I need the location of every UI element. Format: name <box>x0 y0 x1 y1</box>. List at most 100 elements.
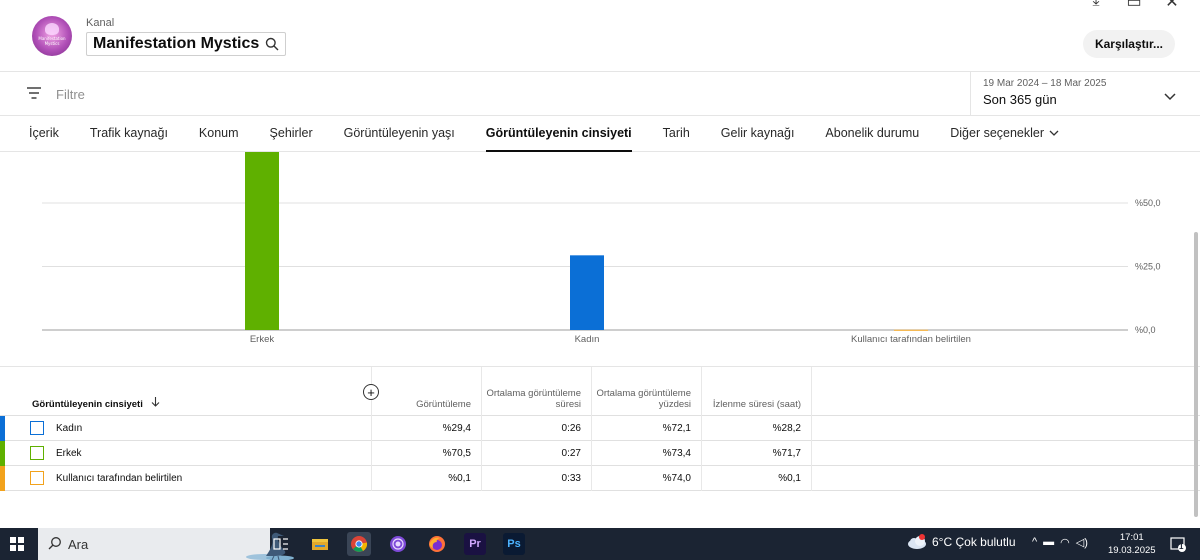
taskbar-search-input[interactable]: Ara <box>38 528 294 560</box>
lotus-logo-icon <box>45 23 59 35</box>
tab-location[interactable]: Konum <box>199 116 239 152</box>
views-cell: %29,4 <box>372 416 482 441</box>
notification-count: 1 <box>1179 542 1184 551</box>
avg-percent-header[interactable]: Ortalama görüntüleme yüzdesi <box>592 367 702 416</box>
watch-time-cell: %71,7 <box>702 441 812 466</box>
y-tick-label: %0,0 <box>1135 325 1156 335</box>
windows-start-icon[interactable] <box>10 537 24 551</box>
weather-widget[interactable]: 6°C Çok bulutlu <box>906 534 1016 550</box>
avg-percent-cell: %73,4 <box>592 441 702 466</box>
chart-svg: %0,0 %25,0 %50,0 Erkek Kadın Kullanıcı tarafı… <box>42 152 1161 345</box>
bar-erkek[interactable] <box>245 152 279 330</box>
tab-viewer-gender[interactable]: Görüntüleyenin cinsiyeti <box>485 116 632 152</box>
table-header: Görüntüleyenin cinsiyeti + Görüntüleme O… <box>0 367 1200 416</box>
avatar-text: Manifestation Mystics <box>38 36 66 46</box>
channel-picker[interactable]: Manifestation Mystics <box>86 32 287 56</box>
cloud-icon <box>908 534 926 549</box>
task-view-icon[interactable] <box>269 532 293 556</box>
tab-more-options[interactable]: Diğer seçenekler <box>950 116 1059 152</box>
avg-duration-cell: 0:26 <box>482 416 592 441</box>
filter-bar: Filtre 19 Mar 2024 – 18 Mar 2025 Son 365… <box>0 72 1200 116</box>
row-dimension-cell: Kadın <box>0 416 372 441</box>
tab-content[interactable]: İçerik <box>29 116 59 152</box>
table-row[interactable]: Erkek %70,5 0:27 %73,4 %71,7 <box>0 441 1200 466</box>
gender-bar-chart: %0,0 %25,0 %50,0 Erkek Kadın Kullanıcı tarafı… <box>0 152 1200 366</box>
search-icon <box>48 536 62 555</box>
row-color-bar <box>0 466 5 491</box>
dimension-header[interactable]: Görüntüleyenin cinsiyeti <box>0 367 372 416</box>
premiere-pro-icon[interactable]: Pr <box>464 533 486 555</box>
row-color-bar <box>0 441 5 466</box>
row-checkbox[interactable] <box>30 446 44 460</box>
views-cell: %0,1 <box>372 466 482 491</box>
chrome-icon[interactable] <box>347 532 371 556</box>
date-range-picker[interactable]: 19 Mar 2024 – 18 Mar 2025 Son 365 gün <box>970 72 1200 116</box>
search-icon[interactable] <box>265 37 279 51</box>
watch-time-header[interactable]: İzlenme süresi (saat) <box>702 367 812 416</box>
date-range-text: 19 Mar 2024 – 18 Mar 2025 <box>983 78 1107 89</box>
row-dimension-cell: Erkek <box>0 441 372 466</box>
windows-taskbar: Ara Pr Ps 6°C Çok bulutlu ^ ▬ ◠ ◁) 17:01… <box>0 528 1200 560</box>
avg-duration-cell: 0:33 <box>482 466 592 491</box>
gender-table: Görüntüleyenin cinsiyeti + Görüntüleme O… <box>0 366 1200 491</box>
bar-kadin[interactable] <box>570 255 604 330</box>
row-checkbox[interactable] <box>30 471 44 485</box>
tab-date[interactable]: Tarih <box>663 116 690 152</box>
kanal-label: Kanal <box>86 17 115 29</box>
date-period-text: Son 365 gün <box>983 92 1057 107</box>
table-row[interactable]: Kadın %29,4 0:26 %72,1 %28,2 <box>0 416 1200 441</box>
x-category-label: Kullanıcı tarafından belirtilen <box>851 334 971 345</box>
battery-icon[interactable]: ▬ <box>1043 536 1054 549</box>
channel-name: Manifestation Mystics <box>93 35 260 52</box>
analytics-window: ⤓ ▭ ✕ Manifestation Mystics Kanal Manife… <box>0 0 1200 560</box>
notification-icon[interactable]: 1 <box>1170 536 1186 552</box>
chevron-down-icon <box>1049 116 1059 150</box>
header: Manifestation Mystics Kanal Manifestatio… <box>0 0 1200 72</box>
volume-icon[interactable]: ◁) <box>1076 536 1088 549</box>
x-category-label: Kadın <box>575 334 600 345</box>
file-explorer-icon[interactable] <box>308 532 332 556</box>
firefox-icon[interactable] <box>425 532 449 556</box>
y-tick-label: %50,0 <box>1135 198 1161 208</box>
weather-text: 6°C Çok bulutlu <box>932 535 1016 549</box>
wifi-icon[interactable]: ◠ <box>1060 536 1070 549</box>
row-checkbox[interactable] <box>30 421 44 435</box>
filter-icon[interactable] <box>26 86 42 105</box>
avg-percent-cell: %72,1 <box>592 416 702 441</box>
tab-cities[interactable]: Şehirler <box>270 116 313 152</box>
scrollbar-thumb[interactable] <box>1194 232 1198 517</box>
tab-subscription-status[interactable]: Abonelik durumu <box>825 116 919 152</box>
tab-revenue-source[interactable]: Gelir kaynağı <box>721 116 795 152</box>
chevron-down-icon[interactable] <box>1164 88 1176 106</box>
tor-browser-icon[interactable] <box>386 532 410 556</box>
tab-traffic-source[interactable]: Trafik kaynağı <box>90 116 168 152</box>
tab-viewer-age[interactable]: Görüntüleyenin yaşı <box>344 116 455 152</box>
photoshop-icon[interactable]: Ps <box>503 533 525 555</box>
y-tick-label: %25,0 <box>1135 262 1161 272</box>
search-placeholder: Ara <box>68 537 89 552</box>
views-cell: %70,5 <box>372 441 482 466</box>
avg-duration-cell: 0:27 <box>482 441 592 466</box>
chevron-up-icon[interactable]: ^ <box>1032 536 1037 549</box>
sort-down-icon[interactable] <box>151 397 160 410</box>
watch-time-cell: %28,2 <box>702 416 812 441</box>
bar-user-specified[interactable] <box>894 329 928 331</box>
vertical-scrollbar[interactable] <box>1192 152 1200 522</box>
taskbar-clock[interactable]: 17:01 19.03.2025 <box>1108 531 1156 557</box>
clock-time: 17:01 <box>1119 532 1144 543</box>
avg-duration-header[interactable]: Ortalama görüntüleme süresi <box>482 367 592 416</box>
compare-button[interactable]: Karşılaştır... <box>1082 30 1175 58</box>
row-color-bar <box>0 416 5 441</box>
filter-input[interactable]: Filtre <box>56 87 85 102</box>
channel-avatar: Manifestation Mystics <box>32 16 72 56</box>
more-options-label: Diğer seçenekler <box>950 125 1045 140</box>
row-label: Kadın <box>56 423 83 434</box>
row-label: Erkek <box>56 448 82 459</box>
views-header[interactable]: Görüntüleme <box>372 367 482 416</box>
table-row[interactable]: Kullanıcı tarafından belirtilen %0,1 0:3… <box>0 466 1200 491</box>
row-label: Kullanıcı tarafından belirtilen <box>56 473 183 484</box>
clock-date: 19.03.2025 <box>1108 545 1156 556</box>
watch-time-cell: %0,1 <box>702 466 812 491</box>
dimension-header-label: Görüntüleyenin cinsiyeti <box>32 399 143 410</box>
x-category-label: Erkek <box>250 334 275 345</box>
